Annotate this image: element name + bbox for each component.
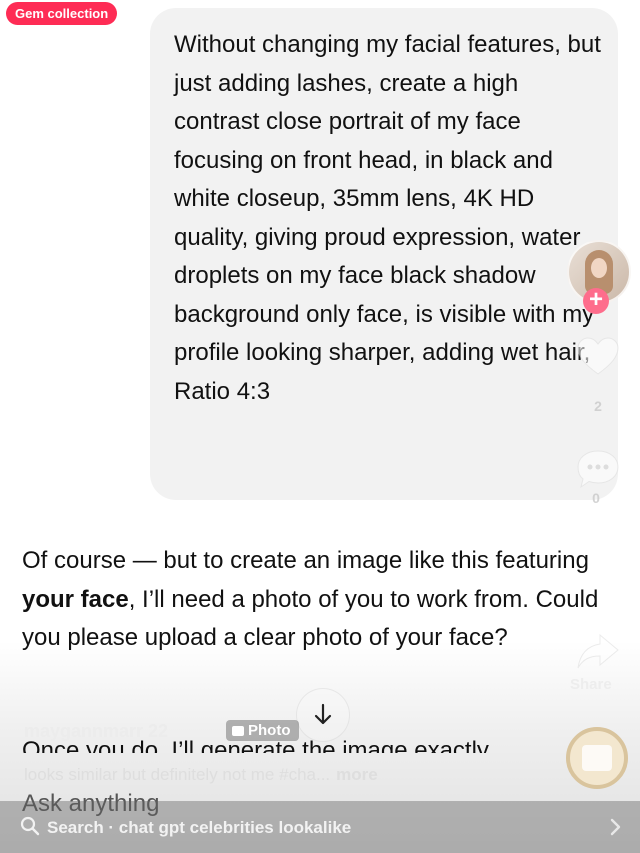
caption-text: looks similar but definitely not me #cha… (24, 765, 331, 784)
scroll-down-button[interactable] (296, 688, 350, 742)
assistant-text-part1: Of course — but to create an image like … (22, 547, 589, 574)
gem-collection-badge[interactable]: Gem collection (6, 2, 118, 25)
heart-icon[interactable] (576, 336, 620, 376)
sound-disc[interactable] (566, 727, 628, 789)
photo-tag-label: Photo (248, 722, 291, 739)
post-caption[interactable]: looks similar but definitely not me #cha… (24, 765, 378, 785)
comment-icon[interactable] (575, 448, 621, 490)
like-count: 2 (594, 398, 602, 414)
follow-button[interactable]: + (583, 288, 609, 314)
search-query-text[interactable]: Search · chat gpt celebrities lookalike (47, 818, 351, 838)
assistant-text-bold: your face (22, 585, 129, 613)
photo-icon (232, 725, 244, 736)
share-icon[interactable] (576, 632, 620, 672)
search-icon (20, 816, 40, 836)
comment-count: 0 (592, 490, 600, 506)
user-message-text: Without changing my facial features, but… (174, 31, 601, 405)
share-label: Share (570, 676, 612, 693)
assistant-message-text: Of course — but to create an image like … (22, 542, 622, 658)
sound-cover (582, 745, 612, 771)
caption-more-link[interactable]: more (336, 765, 378, 784)
photo-tag[interactable]: Photo (226, 720, 299, 741)
post-author[interactable]: maygannmarr 22 (24, 721, 168, 742)
avatar-face (591, 258, 607, 278)
arrow-down-icon (314, 703, 332, 725)
chevron-right-icon[interactable] (608, 818, 622, 836)
